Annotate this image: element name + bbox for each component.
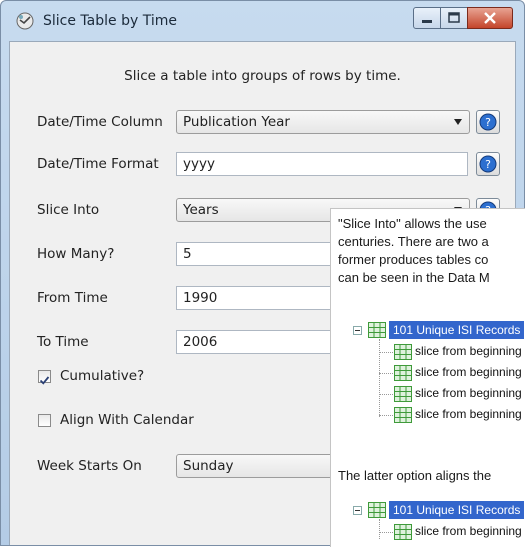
tree-root-label: 101 Unique ISI Records [389,321,525,339]
datetime-column-label: Date/Time Column [37,114,163,130]
datetime-format-value: yyyy [183,156,215,172]
tree-child-node: slice from beginning [375,523,525,543]
slice-into-value: Years [183,202,219,218]
from-time-label: From Time [37,290,108,306]
help-popup: "Slice Into" allows the use centuries. T… [330,208,525,547]
dialog-description: Slice a table into groups of rows by tim… [124,68,401,84]
align-calendar-checkbox[interactable] [38,414,51,427]
window-title: Slice Table by Time [43,13,177,29]
help-text-line: can be seen in the Data M [338,270,490,285]
collapse-icon [353,506,362,515]
help-text-line: The latter option aligns the [338,468,492,483]
tree-child-label: slice from beginning [415,365,522,379]
tree-root-node: 101 Unique ISI Records [353,501,525,521]
tree-root-node: 101 Unique ISI Records [353,321,525,341]
table-icon [368,502,386,518]
datetime-format-label: Date/Time Format [37,156,159,172]
datetime-column-value: Publication Year [183,114,290,130]
tree-child-label: slice from beginning [415,524,522,538]
tree-child-node: slice from beginning [375,364,525,384]
help-text-line: centuries. There are two a [338,234,489,249]
tree-child-label: slice from beginning [415,386,522,400]
table-icon [394,386,412,402]
cumulative-label[interactable]: Cumulative? [60,368,144,384]
help-icon: ? [479,155,497,173]
table-icon [394,407,412,423]
tree-root-label: 101 Unique ISI Records [389,501,525,519]
collapse-icon [353,326,362,335]
maximize-button[interactable] [440,7,468,29]
how-many-value: 5 [183,246,192,262]
datetime-format-field[interactable]: yyyy [176,152,468,176]
minimize-icon [422,20,432,23]
table-icon [394,344,412,360]
help-icon: ? [479,113,497,131]
slice-into-label: Slice Into [37,202,100,218]
from-time-value: 1990 [183,290,218,306]
close-button[interactable] [467,7,513,29]
table-icon [368,322,386,338]
title-bar[interactable]: Slice Table by Time [1,1,524,41]
align-calendar-label[interactable]: Align With Calendar [60,412,194,428]
to-time-label: To Time [37,334,89,350]
maximize-icon [448,12,460,23]
datetime-column-help-button[interactable]: ? [476,110,500,134]
week-starts-label: Week Starts On [37,458,142,474]
svg-text:?: ? [485,116,491,129]
tree-child-label: slice from beginning [415,344,522,358]
svg-text:?: ? [485,158,491,171]
close-icon [484,12,496,24]
tree-child-node: slice from beginning [375,385,525,405]
checkmark-icon [39,376,50,385]
datetime-column-select[interactable]: Publication Year [176,110,470,134]
tree-child-node: slice from beginning [375,406,525,426]
minimize-button[interactable] [413,7,441,29]
to-time-value: 2006 [183,334,218,350]
how-many-label: How Many? [37,246,115,262]
help-text-line: former produces tables co [338,252,489,267]
chevron-down-icon [454,119,462,125]
cumulative-checkbox[interactable] [38,370,51,385]
tree-child-node: slice from beginning [375,343,525,363]
datetime-format-help-button[interactable]: ? [476,152,500,176]
week-starts-value: Sunday [183,458,234,474]
table-icon [394,524,412,540]
tree-child-label: slice from beginning [415,407,522,421]
table-icon [394,365,412,381]
help-text-line: "Slice Into" allows the use [338,216,487,231]
app-icon [15,11,35,31]
